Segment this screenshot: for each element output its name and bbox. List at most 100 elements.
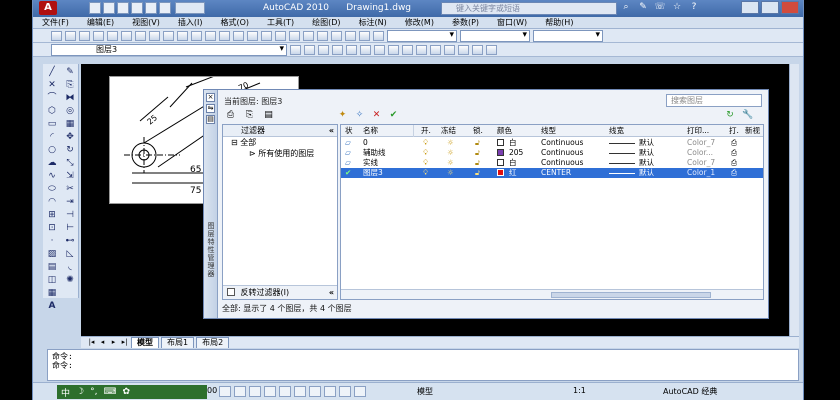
insert-block-icon[interactable]: ⊞ [46,210,58,221]
unlock-icon[interactable]: 🔓︎ [475,138,480,148]
construction-line-icon[interactable]: ✕ [46,80,58,91]
layer-row[interactable]: ▱ 0 💡︎ ☼ 🔓︎ 白 Continuous 默认 Color_7 ⎙ [341,138,763,148]
col-color[interactable]: 颜色 [497,125,512,137]
ellipse-icon[interactable]: ⬭ [46,184,58,195]
modify-icon[interactable] [360,44,371,55]
help-icon[interactable] [373,30,384,41]
gear-icon[interactable] [444,44,455,55]
scale-icon[interactable]: ⤡ [64,158,76,169]
explode-icon[interactable] [458,44,469,55]
layer-states-manager-icon[interactable]: ▤ [262,110,275,121]
zoom-realtime-icon[interactable] [247,30,258,41]
copy-icon[interactable] [149,30,160,41]
layer-color[interactable]: 白 [497,138,517,148]
make-block-icon[interactable]: ⊡ [46,223,58,234]
settings-icon[interactable]: ✿ [122,387,130,397]
layer-linetype[interactable]: Continuous [541,148,583,158]
redo-icon[interactable] [219,30,230,41]
quick-props-icon[interactable] [354,386,366,397]
ortho-icon[interactable] [249,386,261,397]
layer-search-input[interactable]: 搜索图层 [666,94,762,107]
rotate-icon[interactable]: ↻ [64,145,76,156]
gradient-icon[interactable]: ▤ [46,262,58,273]
tab-layout1[interactable]: 布局1 [161,337,195,348]
layer-row-selected[interactable]: ✔ 图层3 💡︎ ☼ 🔓︎ 红 CENTER 默认 Color_1 ⎙ [341,168,763,178]
sun-icon[interactable]: ☼ [447,148,454,158]
menu-edit[interactable]: 编辑(E) [78,17,123,28]
tree-item-used-layers[interactable]: ⊳ 所有使用的图层 [223,148,337,159]
layer-name[interactable]: 图层3 [363,168,383,178]
layer-lineweight[interactable]: 默认 [639,168,654,178]
design-center-icon[interactable] [303,30,314,41]
publish-icon[interactable] [121,30,132,41]
circle-icon[interactable] [416,44,427,55]
extend-icon[interactable] [388,44,399,55]
array-icon[interactable] [486,44,497,55]
mirror-icon[interactable]: ⧓ [64,93,76,104]
lightbulb-icon[interactable]: 💡︎ [423,148,428,158]
layer-row[interactable]: ▱ 辅助线 💡︎ ☼ 🔓︎ 205 Continuous 默认 Color...… [341,148,763,158]
menu-view[interactable]: 视图(V) [123,17,169,28]
table-icon[interactable]: ▦ [46,288,58,299]
layer-linetype[interactable]: Continuous [541,138,583,148]
menu-modify[interactable]: 修改(M) [396,17,443,28]
layer-lineweight[interactable]: 默认 [639,148,654,158]
undo-icon[interactable] [145,2,157,14]
delete-layer-icon[interactable]: ✕ [370,110,383,121]
layer-color[interactable]: 白 [497,158,517,168]
tree-item-all[interactable]: ⊟ 全部 [223,137,337,148]
hatch-icon[interactable]: ▨ [46,249,58,260]
circle-icon[interactable]: ○ [46,145,58,156]
otrack-icon[interactable] [294,386,306,397]
lineweight-icon[interactable] [339,386,351,397]
trim-icon[interactable] [374,44,385,55]
first-tab-arrow[interactable]: |◂ [87,338,96,347]
copy-icon[interactable]: ⎘ [64,80,76,91]
maximize-button[interactable] [761,1,779,14]
vertical-scrollbar[interactable] [789,64,799,336]
col-freeze[interactable]: 冻结 [441,125,456,137]
match-properties-icon[interactable] [177,30,188,41]
save-icon[interactable] [117,2,129,14]
sun-icon[interactable]: ☼ [447,138,454,148]
cut-icon[interactable] [135,30,146,41]
new-icon[interactable] [89,2,101,14]
printer-icon[interactable]: ⎙ [731,148,737,158]
extend-icon[interactable]: ⇥ [64,197,76,208]
zoom-window-icon[interactable] [261,30,272,41]
menu-insert[interactable]: 插入(I) [169,17,212,28]
autohide-icon[interactable]: ⇋ [206,104,215,113]
grid-icon[interactable] [234,386,246,397]
stretch-icon[interactable]: ⇲ [64,171,76,182]
break-icon[interactable]: ⊢ [64,223,76,234]
zoom-previous-icon[interactable] [275,30,286,41]
sheet-set-icon[interactable] [331,30,342,41]
break-point-icon[interactable]: ⊣ [64,210,76,221]
quickcalc-icon[interactable] [359,30,370,41]
open-icon[interactable] [65,30,76,41]
unlock-icon[interactable]: 🔓︎ [475,158,480,168]
printer-icon[interactable]: ⎙ [731,138,737,148]
search-icon[interactable]: ⌕ [619,2,633,14]
favorites-icon[interactable]: ☆ [670,2,684,14]
fillet-icon[interactable]: ◟ [64,262,76,273]
last-tab-arrow[interactable]: ▸| [120,338,129,347]
model-space-label[interactable]: 模型 [417,386,433,397]
dyn-icon[interactable] [324,386,336,397]
preview-icon[interactable] [107,30,118,41]
lightbulb-icon[interactable]: 💡︎ [423,168,428,178]
layer-previous-icon[interactable] [290,44,301,55]
print-icon[interactable] [93,30,104,41]
close-button[interactable] [781,1,799,14]
help-icon[interactable]: ? [687,2,701,14]
layer-lineweight[interactable]: 默认 [639,138,654,148]
next-tab-arrow[interactable]: ▸ [109,338,118,347]
punctuation-icon[interactable]: °, [90,387,97,397]
autocad-logo[interactable]: A [39,1,57,15]
point-icon[interactable]: · [46,236,58,247]
line-icon[interactable] [332,44,343,55]
erase-icon[interactable]: ✎ [64,67,76,78]
layer-name[interactable]: 辅助线 [363,148,386,158]
minimize-button[interactable] [741,1,759,14]
chamfer-icon[interactable]: ◺ [64,249,76,260]
